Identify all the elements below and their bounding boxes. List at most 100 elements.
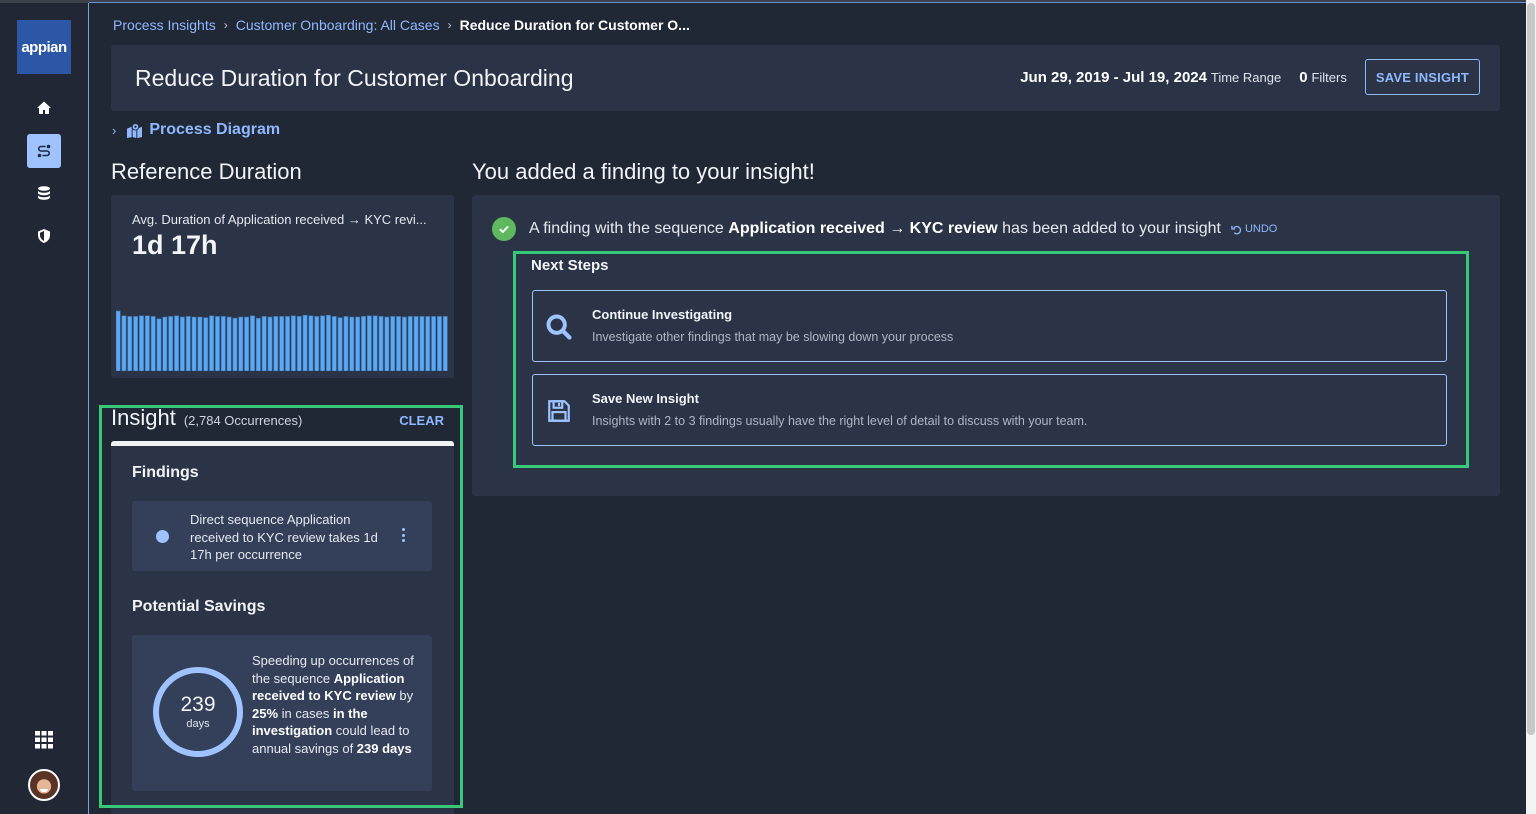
database-icon [38,186,50,200]
confirmation-message: A finding with the sequence Application … [492,217,1277,241]
chart-bar[interactable] [314,316,320,371]
chart-bar[interactable] [442,316,448,371]
appian-logo[interactable]: appian [17,20,71,74]
chart-bar[interactable] [127,316,133,371]
process-diagram-label: Process Diagram [149,121,281,138]
apps-grid-button[interactable] [27,723,61,757]
breadcrumb-current: Reduce Duration for Customer O... [459,17,690,33]
chart-bar[interactable] [378,316,384,371]
next-steps-highlight-box [513,251,1469,468]
chart-bar[interactable] [372,315,378,371]
filters-label: Filters [1311,69,1347,85]
chart-bar[interactable] [209,315,215,371]
chart-bar[interactable] [250,315,255,371]
chart-bar[interactable] [255,317,261,371]
chart-bar[interactable] [431,316,437,371]
confirmation-title: You added a finding to your insight! [472,159,815,184]
chart-bar[interactable] [396,316,401,371]
chart-bar[interactable] [116,310,121,371]
chart-bar[interactable] [349,316,355,371]
reference-duration-label: Avg. Duration of Application received → … [132,212,427,227]
chart-bar[interactable] [220,316,226,371]
scrollbar-thumb[interactable] [1527,3,1535,735]
breadcrumb: Process Insights › Customer Onboarding: … [113,17,690,33]
undo-button[interactable]: UNDO [1231,223,1277,235]
chart-bar[interactable] [273,316,279,371]
insight-highlight-box [99,405,463,808]
chart-bar[interactable] [156,318,162,371]
page-header: Reduce Duration for Customer Onboarding … [111,45,1500,111]
chart-bar[interactable] [197,316,203,371]
sidebar-item-home[interactable] [27,91,61,125]
chart-bar[interactable] [203,317,209,371]
chart-bar[interactable] [390,316,396,371]
chart-bar[interactable] [133,316,139,371]
reference-duration-card: Avg. Duration of Application received → … [111,195,454,378]
chart-bar[interactable] [407,316,413,371]
chart-bar[interactable] [366,315,372,371]
chart-bar[interactable] [437,316,442,371]
chart-bar[interactable] [343,316,349,371]
chart-bar[interactable] [419,316,425,371]
chart-bar[interactable] [413,316,419,371]
user-avatar[interactable] [28,769,60,801]
app-root: appian Process Insights › Customer Onboa… [0,0,1536,814]
chart-bar[interactable] [168,316,174,371]
shield-icon [38,229,50,243]
chart-bar[interactable] [355,316,361,371]
chart-bar[interactable] [191,316,197,371]
map-marker-icon [127,122,143,138]
chart-bar[interactable] [296,316,302,371]
chart-bar[interactable] [337,317,343,371]
chart-bar[interactable] [261,316,267,371]
content-top-border [89,2,1526,3]
chart-bar[interactable] [384,316,390,371]
chart-bar[interactable] [331,316,337,371]
chevron-right-icon: › [112,122,117,138]
chart-bar[interactable] [320,315,326,371]
chart-bar[interactable] [244,316,250,371]
reference-duration-title: Reference Duration [111,159,302,184]
filters-count: 0 [1299,68,1308,86]
chart-bar[interactable] [326,314,331,371]
breadcrumb-separator-icon: › [223,18,228,32]
process-diagram-toggle[interactable]: › Process Diagram [112,121,280,139]
chart-bar[interactable] [144,315,150,371]
chart-bar[interactable] [401,316,407,371]
chart-bar[interactable] [285,316,290,371]
chart-bar[interactable] [361,316,366,371]
breadcrumb-process-insights[interactable]: Process Insights [113,17,216,33]
save-insight-button[interactable]: SAVE INSIGHT [1364,59,1480,95]
chart-bar[interactable] [179,316,185,371]
undo-icon [1231,225,1242,234]
chart-bar[interactable] [139,315,144,371]
chart-bar[interactable] [238,316,244,371]
duration-bar-chart [116,310,448,371]
sidebar-item-data[interactable] [27,176,61,210]
chart-bar[interactable] [215,316,220,371]
filters[interactable]: 0 Filters [1299,69,1347,86]
chart-bar[interactable] [302,314,308,371]
chart-bar[interactable] [267,316,273,371]
time-range[interactable]: Jun 29, 2019 - Jul 19, 2024 Time Range [1020,69,1281,86]
chart-bar[interactable] [425,316,431,371]
grid-icon [35,731,53,749]
chart-bar[interactable] [150,316,156,371]
chart-bar[interactable] [290,315,296,371]
chart-bar[interactable] [232,317,238,371]
chart-bar[interactable] [226,316,232,371]
route-icon [37,144,51,158]
breadcrumb-customer-onboarding[interactable]: Customer Onboarding: All Cases [236,17,440,33]
header-controls: Jun 29, 2019 - Jul 19, 2024 Time Range 0… [1020,59,1480,95]
time-range-value: Jun 29, 2019 - Jul 19, 2024 [1020,68,1207,86]
chart-bar[interactable] [121,315,127,371]
breadcrumb-separator-icon: › [447,18,452,32]
home-icon [37,101,51,114]
chart-bar[interactable] [308,315,314,371]
chart-bar[interactable] [185,316,191,371]
chart-bar[interactable] [279,316,285,371]
sidebar-item-process-insights[interactable] [27,134,61,168]
chart-bar[interactable] [174,315,179,371]
sidebar-item-security[interactable] [27,219,61,253]
chart-bar[interactable] [162,316,168,371]
